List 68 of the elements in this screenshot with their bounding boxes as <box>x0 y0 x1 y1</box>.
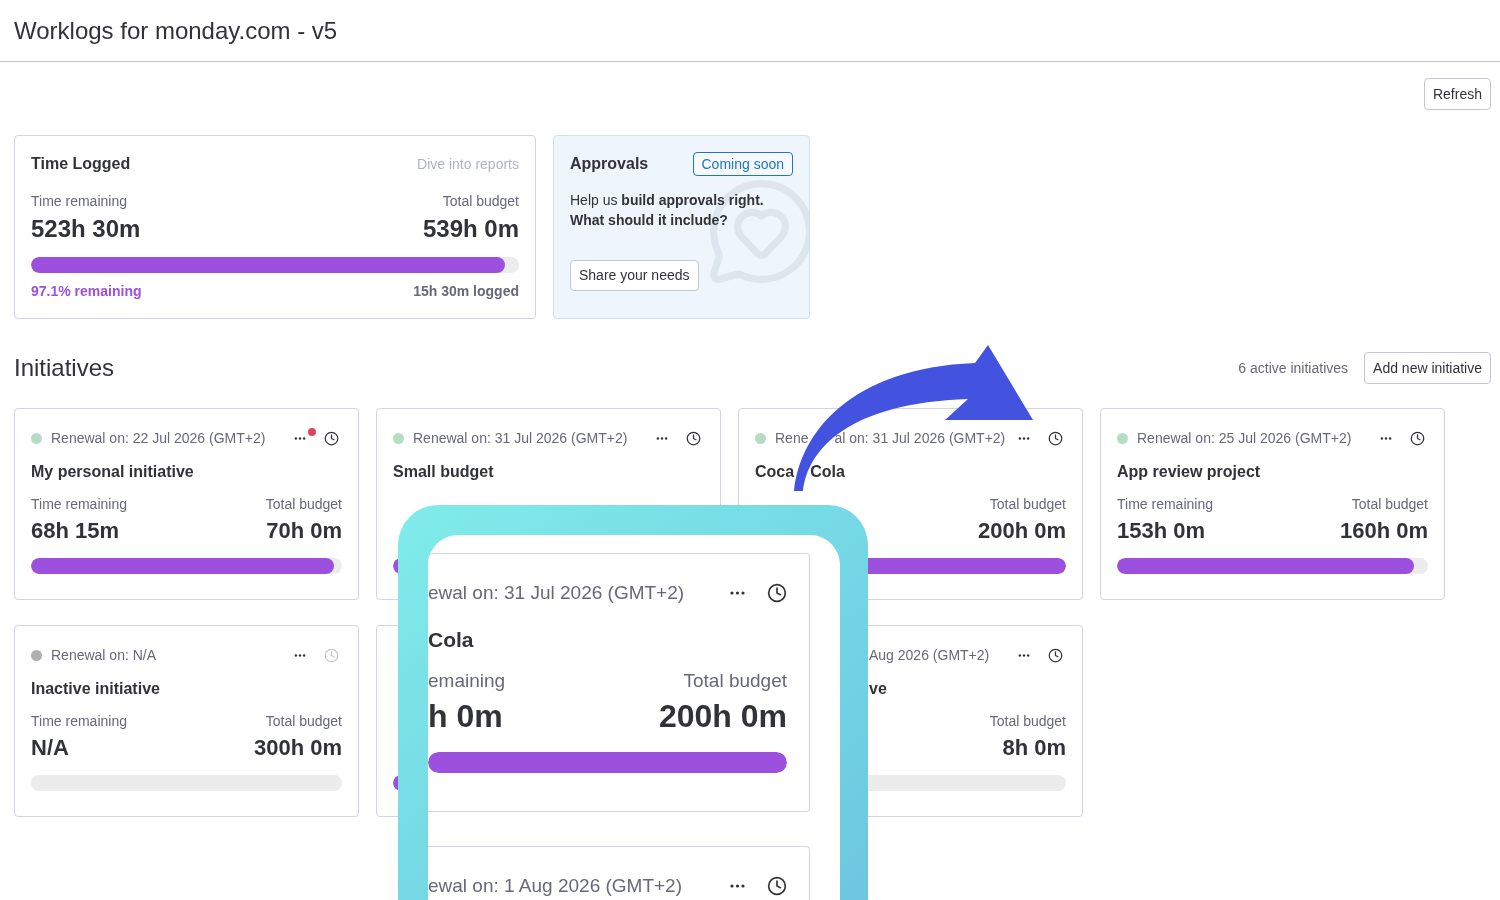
initiative-name: Cola <box>428 627 474 654</box>
active-count: 6 active initiatives <box>1238 358 1349 378</box>
remaining-label: Time remaining <box>31 191 127 211</box>
clock-icon[interactable] <box>324 430 339 446</box>
coming-soon-badge: Coming soon <box>692 152 793 176</box>
budget-label: Total budget <box>989 494 1066 514</box>
renewal-date: Renewal on: 25 Jul 2026 (GMT+2) <box>1137 428 1352 448</box>
clock-icon[interactable] <box>1410 430 1425 446</box>
initiative-card[interactable]: Renewal on: 22 Jul 2026 (GMT+2) My personal initiative Time remaining Total budget 68h 15m 70h 0m <box>14 408 359 600</box>
remaining-label: Time remaining <box>1117 495 1213 512</box>
remaining-label: emaining <box>428 668 506 693</box>
initiative-card[interactable]: Renewal on: 25 Jul 2026 (GMT+2) App review project Time remaining Total budget 153h 0m 160h 0m <box>1100 408 1445 600</box>
budget-value: 300h 0m <box>253 733 342 762</box>
initiative-name: ve <box>869 679 887 699</box>
clock-icon <box>767 876 787 896</box>
card-title: Time Logged <box>31 154 131 174</box>
remaining-value: h 0m <box>428 697 503 736</box>
remaining-value: 68h 15m <box>31 517 120 543</box>
budget-label: Total budget <box>265 494 342 514</box>
clock-icon <box>767 583 787 603</box>
section-heading: Initiatives <box>14 353 116 383</box>
initiative-name-part: Cola <box>810 462 845 482</box>
budget-value: 539h 0m <box>422 214 519 244</box>
more-icon <box>730 884 745 888</box>
renewal-date: Renewal on: N/A <box>51 645 157 665</box>
more-icon[interactable] <box>1018 653 1030 657</box>
budget-value: 8h 0m <box>1002 733 1066 762</box>
clock-icon[interactable] <box>686 430 701 446</box>
more-icon[interactable] <box>294 436 306 440</box>
remaining-value: 153h 0m <box>1117 517 1206 543</box>
budget-label: Total budget <box>989 711 1066 731</box>
add-initiative-button[interactable]: Add new initiative <box>1364 352 1491 384</box>
renewal-text: al on: 31 Jul 2026 (GMT+2) <box>834 428 1006 448</box>
logged-total: 15h 30m logged <box>413 281 519 301</box>
more-icon[interactable] <box>1018 436 1030 440</box>
remaining-value: N/A <box>31 734 69 760</box>
refresh-button[interactable]: Refresh <box>1423 78 1491 110</box>
budget-label: Total budget <box>1351 494 1428 514</box>
initiative-name: App review project <box>1117 462 1261 482</box>
renewal-text: Rene <box>775 428 809 448</box>
more-icon[interactable] <box>656 436 668 440</box>
approvals-message: Help us build approvals right. What should it include? <box>570 191 765 230</box>
percent-remaining: 97.1% remaining <box>31 281 142 301</box>
remaining-label: Time remaining <box>31 712 127 729</box>
budget-label: Total budget <box>442 191 519 211</box>
initiative-card[interactable]: Renewal on: N/A Inactive initiative Time remaining Total budget N/A 300h 0m <box>14 625 359 817</box>
clock-icon[interactable] <box>1048 647 1063 663</box>
renewal-date: ewal on: 1 Aug 2026 (GMT+2) <box>428 873 682 898</box>
initiative-name-part: Coca <box>755 462 795 482</box>
more-icon[interactable] <box>1380 436 1392 440</box>
budget-label: Total budget <box>265 711 342 731</box>
initiative-name: Small budget <box>393 462 494 482</box>
remaining-label: Time remaining <box>31 495 127 512</box>
window-title: Worklogs for monday.com - v5 <box>14 15 338 46</box>
budget-value: 200h 0m <box>977 516 1066 545</box>
renewal-date: Aug 2026 (GMT+2) <box>869 645 990 665</box>
clock-icon[interactable] <box>1048 430 1063 446</box>
budget-value: 160h 0m <box>1339 516 1428 545</box>
more-icon[interactable] <box>294 653 306 657</box>
renewal-date: Renewal on: 31 Jul 2026 (GMT+2) <box>413 428 628 448</box>
initiative-name: My personal initiative <box>31 462 194 482</box>
card-title: Approvals <box>570 154 649 174</box>
share-needs-button[interactable]: Share your needs <box>570 260 699 291</box>
renewal-date: Renewal on: 22 Jul 2026 (GMT+2) <box>51 428 266 448</box>
initiative-name: Inactive initiative <box>31 679 160 699</box>
more-icon <box>730 591 745 595</box>
budget-value: 70h 0m <box>266 516 342 545</box>
remaining-value: 523h 30m <box>31 214 141 244</box>
